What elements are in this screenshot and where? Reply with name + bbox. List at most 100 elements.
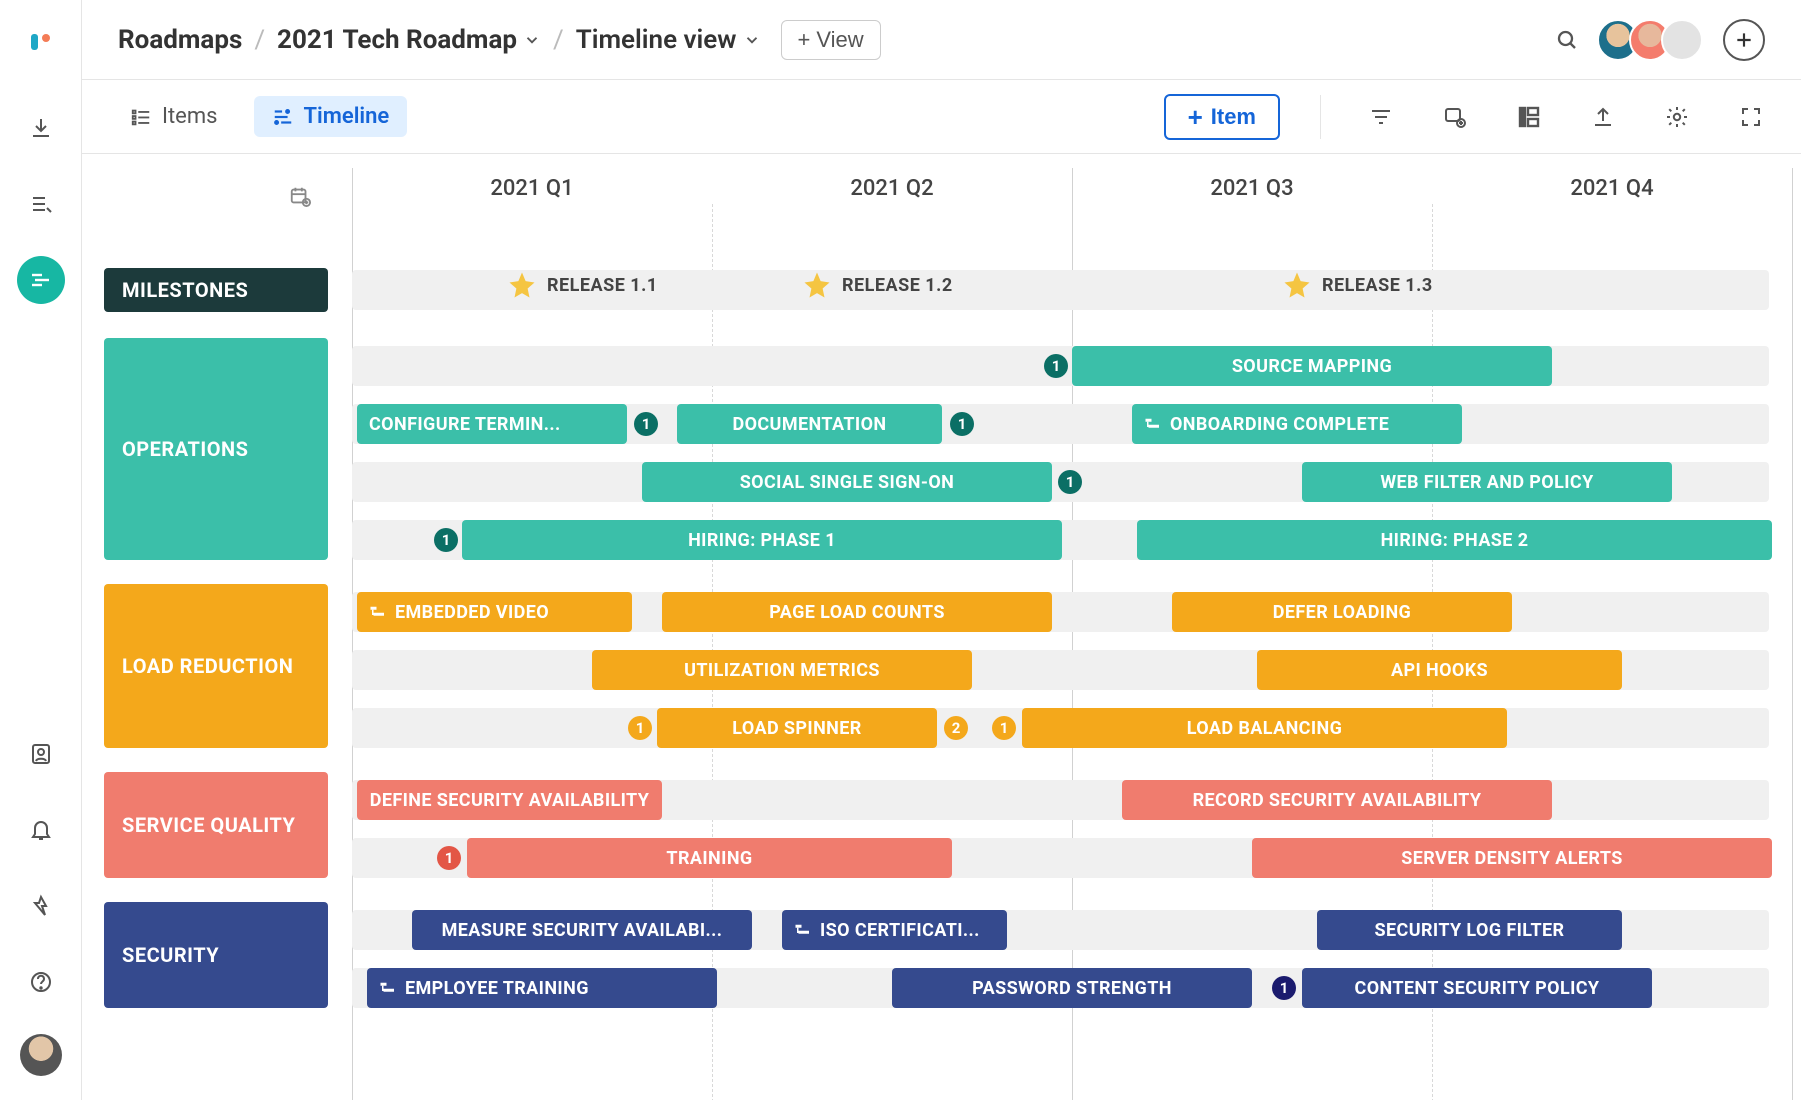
new-view-label: View: [816, 27, 863, 53]
bar-label: MEASURE SECURITY AVAILABI...: [442, 920, 723, 941]
bar-iso-certification[interactable]: ISO CERTIFICATI...: [782, 910, 1007, 950]
bar-label: LOAD SPINNER: [732, 718, 861, 739]
fullscreen-icon[interactable]: [1731, 97, 1771, 137]
bar-define-security-availability[interactable]: DEFINE SECURITY AVAILABILITY: [357, 780, 662, 820]
filter-icon[interactable]: [1361, 97, 1401, 137]
badge[interactable]: 1: [434, 528, 458, 552]
badge[interactable]: 1: [437, 846, 461, 870]
badge[interactable]: 1: [628, 716, 652, 740]
badge[interactable]: 1: [1044, 354, 1068, 378]
bar-web-filter[interactable]: WEB FILTER AND POLICY: [1302, 462, 1672, 502]
logo-icon[interactable]: [17, 18, 65, 66]
timeline-view: 2021 Q1 2021 Q2 2021 Q3 2021 Q4 MILESTON…: [82, 154, 1801, 1100]
bar-api-hooks[interactable]: API HOOKS: [1257, 650, 1622, 690]
bar-hiring-phase-2[interactable]: HIRING: PHASE 2: [1137, 520, 1772, 560]
milestone[interactable]: RELEASE 1.3: [1282, 270, 1433, 300]
bar-embedded-video[interactable]: EMBEDDED VIDEO: [357, 592, 632, 632]
star-icon: [802, 270, 832, 300]
bar-label: HIRING: PHASE 1: [688, 530, 836, 551]
badge[interactable]: 2: [944, 716, 968, 740]
milestone[interactable]: RELEASE 1.1: [507, 270, 658, 300]
bar-label: SECURITY LOG FILTER: [1375, 920, 1565, 941]
search-icon[interactable]: [1547, 20, 1587, 60]
sub-items-icon: [379, 979, 397, 997]
lane-milestones[interactable]: MILESTONES: [104, 268, 328, 312]
add-user-button[interactable]: [1723, 19, 1765, 61]
timeline-chart[interactable]: RELEASE 1.1 RELEASE 1.2 RELEASE 1.3 SOUR…: [332, 154, 1801, 1100]
avatar[interactable]: [1661, 19, 1703, 61]
lane-label: LOAD REDUCTION: [122, 654, 293, 678]
bar-load-spinner[interactable]: LOAD SPINNER: [657, 708, 937, 748]
roadmap-icon[interactable]: [17, 256, 65, 304]
bar-label: RECORD SECURITY AVAILABILITY: [1193, 790, 1482, 811]
bar-defer-loading[interactable]: DEFER LOADING: [1172, 592, 1512, 632]
bar-page-load-counts[interactable]: PAGE LOAD COUNTS: [662, 592, 1052, 632]
sub-items-icon: [1144, 415, 1162, 433]
badge[interactable]: 1: [1272, 976, 1296, 1000]
lane-service-quality[interactable]: SERVICE QUALITY: [104, 772, 328, 878]
milestone-label: RELEASE 1.2: [842, 275, 953, 296]
activity-icon[interactable]: [17, 882, 65, 930]
add-item-button[interactable]: + Item: [1164, 94, 1280, 140]
format-icon[interactable]: [1435, 97, 1475, 137]
bar-record-security-availability[interactable]: RECORD SECURITY AVAILABILITY: [1122, 780, 1552, 820]
bar-utilization-metrics[interactable]: UTILIZATION METRICS: [592, 650, 972, 690]
milestone-label: RELEASE 1.1: [547, 275, 658, 296]
bar-label: PAGE LOAD COUNTS: [769, 602, 945, 623]
tab-timeline[interactable]: Timeline: [254, 96, 408, 137]
badge[interactable]: 1: [950, 412, 974, 436]
tab-items-label: Items: [162, 104, 218, 129]
bar-password-strength[interactable]: PASSWORD STRENGTH: [892, 968, 1252, 1008]
settings-icon[interactable]: [1657, 97, 1697, 137]
bar-security-log-filter[interactable]: SECURITY LOG FILTER: [1317, 910, 1622, 950]
breadcrumb-roadmap-label: 2021 Tech Roadmap: [277, 25, 517, 55]
export-icon[interactable]: [1583, 97, 1623, 137]
bar-label: EMBEDDED VIDEO: [395, 602, 549, 623]
lane-label: SECURITY: [122, 943, 219, 967]
bar-content-security-policy[interactable]: CONTENT SECURITY POLICY: [1302, 968, 1652, 1008]
current-user-avatar[interactable]: [20, 1034, 62, 1076]
accounts-icon[interactable]: [17, 730, 65, 778]
header-bar: Roadmaps / 2021 Tech Roadmap / Timeline …: [82, 0, 1801, 80]
bar-configure-terminal[interactable]: CONFIGURE TERMIN...: [357, 404, 627, 444]
bar-label: EMPLOYEE TRAINING: [405, 978, 589, 999]
bar-training[interactable]: TRAINING: [467, 838, 952, 878]
breadcrumb-sep: /: [254, 25, 265, 55]
help-icon[interactable]: [17, 958, 65, 1006]
breadcrumb-sep: /: [553, 25, 564, 55]
bar-server-density-alerts[interactable]: SERVER DENSITY ALERTS: [1252, 838, 1772, 878]
bar-documentation[interactable]: DOCUMENTATION: [677, 404, 942, 444]
bar-onboarding-complete[interactable]: ONBOARDING COMPLETE: [1132, 404, 1462, 444]
bar-social-sso[interactable]: SOCIAL SINGLE SIGN-ON: [642, 462, 1052, 502]
bar-label: CONFIGURE TERMIN...: [369, 414, 561, 435]
breadcrumb-root[interactable]: Roadmaps: [118, 25, 242, 55]
breadcrumb-roadmap[interactable]: 2021 Tech Roadmap: [277, 25, 541, 55]
badge[interactable]: 1: [634, 412, 658, 436]
bar-label: PASSWORD STRENGTH: [972, 978, 1172, 999]
bar-label: LOAD BALANCING: [1187, 718, 1343, 739]
tasks-icon[interactable]: [17, 180, 65, 228]
layout-icon[interactable]: [1509, 97, 1549, 137]
badge[interactable]: 1: [992, 716, 1016, 740]
milestone[interactable]: RELEASE 1.2: [802, 270, 953, 300]
badge[interactable]: 1: [1058, 470, 1082, 494]
import-icon[interactable]: [17, 104, 65, 152]
lane-security[interactable]: SECURITY: [104, 902, 328, 1008]
bar-load-balancing[interactable]: LOAD BALANCING: [1022, 708, 1507, 748]
bar-source-mapping[interactable]: SOURCE MAPPING: [1072, 346, 1552, 386]
bar-employee-training[interactable]: EMPLOYEE TRAINING: [367, 968, 717, 1008]
new-view-button[interactable]: + View: [781, 20, 881, 60]
add-item-label: Item: [1211, 104, 1256, 130]
notifications-icon[interactable]: [17, 806, 65, 854]
bar-measure-security[interactable]: MEASURE SECURITY AVAILABI...: [412, 910, 752, 950]
lane-load-reduction[interactable]: LOAD REDUCTION: [104, 584, 328, 748]
bar-label: DOCUMENTATION: [732, 414, 886, 435]
lane-label: MILESTONES: [122, 278, 248, 302]
toolbar: Items Timeline + Item: [82, 80, 1801, 154]
lane-operations[interactable]: OPERATIONS: [104, 338, 328, 560]
bar-label: HIRING: PHASE 2: [1381, 530, 1529, 551]
breadcrumb-view[interactable]: Timeline view: [576, 25, 761, 55]
bar-hiring-phase-1[interactable]: HIRING: PHASE 1: [462, 520, 1062, 560]
tab-items[interactable]: Items: [112, 96, 236, 137]
bar-label: WEB FILTER AND POLICY: [1380, 472, 1593, 493]
